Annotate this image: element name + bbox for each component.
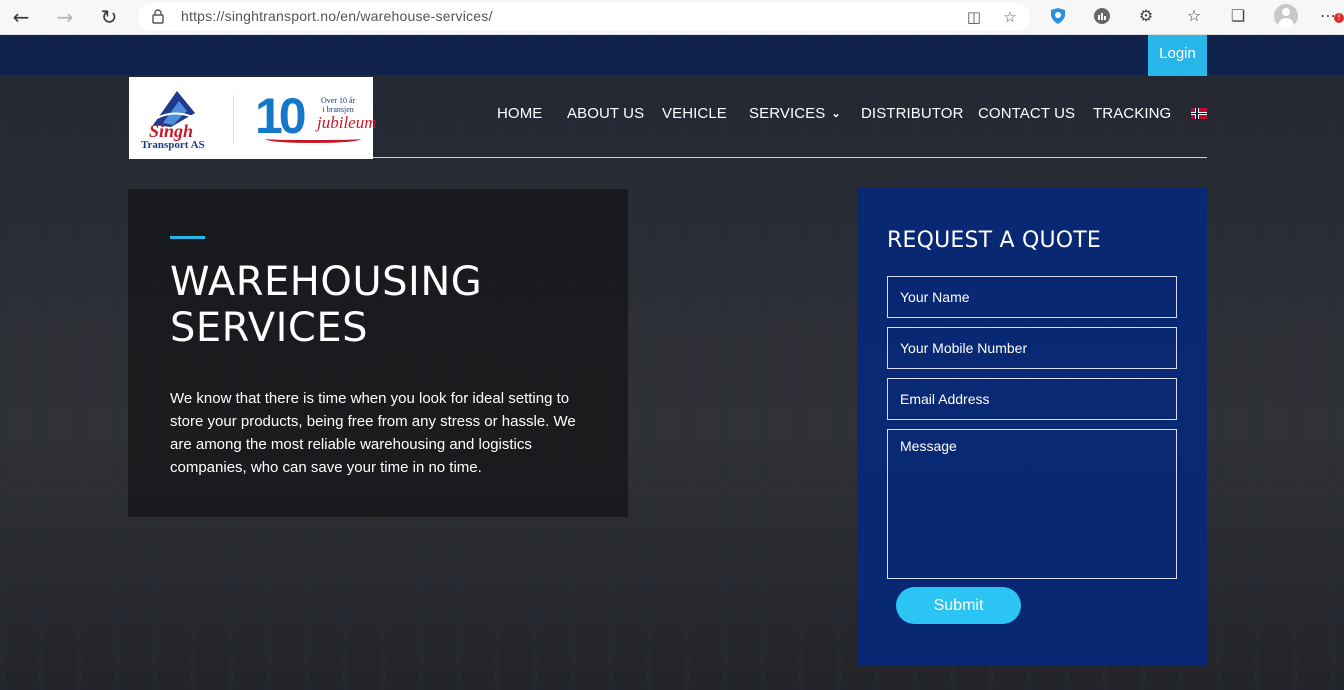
email-input[interactable] [887, 378, 1177, 420]
browser-toolbar: ← → ↻ https://singhtransport.no/en/wareh… [0, 0, 1344, 35]
nav-vehicle[interactable]: VEHICLE [662, 105, 727, 125]
nav-distributor[interactable]: DISTRIBUTOR [861, 105, 964, 125]
page-background: Login Singh Transport AS 10 Over 10 år i… [0, 35, 1344, 690]
notification-badge: ! [1334, 13, 1344, 23]
url-text: https://singhtransport.no/en/warehouse-s… [181, 8, 493, 24]
name-input[interactable] [887, 276, 1177, 318]
logo-tagline: Over 10 år i bransjen [321, 96, 355, 114]
submit-button[interactable]: Submit [896, 587, 1021, 624]
address-bar[interactable]: https://singhtransport.no/en/warehouse-s… [138, 3, 1030, 31]
page-title: WAREHOUSING SERVICES [170, 259, 570, 351]
nav-services[interactable]: SERVICES ⌄ [749, 105, 841, 125]
logo-anniversary-word: jubileum [317, 113, 377, 132]
favorites-icon[interactable]: ☆ [1182, 4, 1206, 28]
logo-swoosh [265, 135, 361, 143]
hero-accent-bar [170, 236, 205, 239]
site-logo[interactable]: Singh Transport AS 10 Over 10 år i brans… [129, 77, 377, 159]
hero-panel: WAREHOUSING SERVICES We know that there … [128, 189, 628, 517]
chevron-down-icon: ⌄ [831, 108, 841, 120]
lock-icon [152, 9, 164, 24]
nav-divider [373, 157, 1207, 158]
logo-divider [233, 95, 234, 143]
page-title-line1: WAREHOUSING [170, 259, 483, 305]
collections-icon[interactable]: ❏ [1226, 4, 1250, 28]
hero-description: We know that there is time when you look… [170, 390, 576, 476]
logo-tagline-line1: Over 10 år [321, 96, 356, 105]
nav-about-us[interactable]: ABOUT US [567, 105, 644, 125]
nav-home[interactable]: HOME [497, 105, 542, 125]
nav-services-label: SERVICES [749, 105, 826, 122]
page-title-line2: SERVICES [170, 305, 369, 351]
norway-flag-icon[interactable] [1191, 108, 1207, 119]
top-strip [0, 35, 1344, 75]
reader-view-icon[interactable]: ◫ [964, 8, 984, 26]
login-button[interactable]: Login [1148, 35, 1207, 76]
profile-avatar[interactable] [1274, 4, 1298, 28]
quote-form-title: REQUEST A QUOTE [887, 228, 1102, 253]
logo-subtitle: Transport AS [141, 139, 205, 151]
forward-arrow-icon[interactable]: → [52, 4, 78, 30]
add-favorite-icon[interactable]: ☆ [1000, 8, 1020, 26]
back-arrow-icon[interactable]: ← [8, 4, 34, 30]
logo-anniversary-number: 10 [255, 88, 307, 144]
speedometer-extension-icon[interactable] [1090, 4, 1114, 28]
mobile-input[interactable] [887, 327, 1177, 369]
nav-tracking[interactable]: TRACKING [1093, 105, 1171, 125]
shield-extension-icon[interactable] [1046, 4, 1070, 28]
extensions-puzzle-icon[interactable]: ⚙ [1134, 4, 1158, 28]
quote-form-panel: REQUEST A QUOTE Submit [857, 188, 1207, 665]
nav-contact-us[interactable]: CONTACT US [978, 105, 1075, 125]
reload-icon[interactable]: ↻ [96, 4, 122, 30]
message-textarea[interactable] [887, 429, 1177, 579]
